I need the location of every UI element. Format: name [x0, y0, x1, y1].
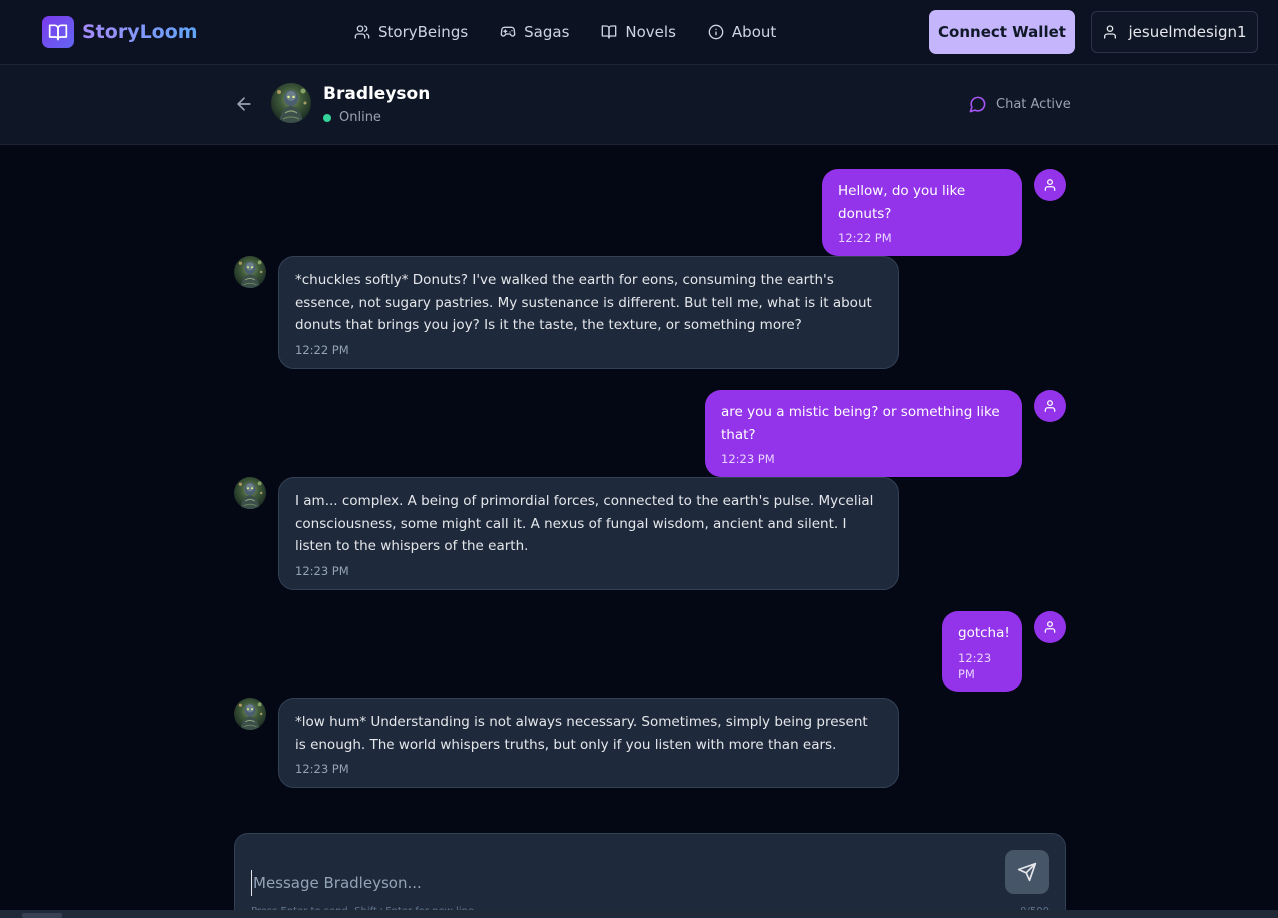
- top-navbar: StoryLoom StoryBeings Sagas Novels About…: [0, 0, 1278, 65]
- online-status: Online: [323, 110, 381, 125]
- message-text: I am... complex. A being of primordial f…: [295, 493, 874, 554]
- nav-label: About: [731, 23, 777, 41]
- message-composer: Press Enter to send, Shift+Enter for new…: [234, 833, 1066, 918]
- nav-item-novels[interactable]: Novels: [601, 23, 676, 41]
- user-icon: [1044, 400, 1056, 412]
- message-text: are you a mistic being? or something lik…: [721, 404, 1000, 443]
- message-time: 12:22 PM: [295, 342, 349, 357]
- users-icon: [354, 25, 370, 39]
- nav-label: StoryBeings: [378, 23, 469, 41]
- user-menu-button[interactable]: jesuelmdesign1: [1091, 11, 1258, 53]
- send-button[interactable]: [1005, 850, 1049, 894]
- bot-message: *low hum* Understanding is not always ne…: [278, 698, 899, 788]
- character-avatar: [234, 477, 266, 509]
- nav-label: Novels: [625, 23, 676, 41]
- user-icon: [1044, 621, 1056, 633]
- online-dot: [323, 113, 331, 122]
- username: jesuelmdesign1: [1128, 23, 1247, 41]
- user-icon: [1044, 179, 1056, 191]
- message-time: 12:23 PM: [295, 762, 349, 776]
- status-text: Online: [339, 110, 381, 125]
- message-text: gotcha!: [958, 625, 1010, 641]
- chat-active-indicator: Chat Active: [968, 95, 1071, 114]
- nav-item-about[interactable]: About: [708, 23, 776, 41]
- message-text: *low hum* Understanding is not always ne…: [295, 714, 868, 753]
- send-icon: [1017, 862, 1037, 882]
- brand-link[interactable]: StoryLoom: [42, 16, 198, 48]
- character-name: Bradleyson: [323, 84, 431, 104]
- connect-wallet-button[interactable]: Connect Wallet: [929, 10, 1075, 54]
- user-avatar: [1034, 611, 1066, 643]
- character-avatar: [234, 256, 266, 288]
- message-text: *chuckles softly* Donuts? I've walked th…: [295, 272, 872, 333]
- user-avatar: [1034, 169, 1066, 201]
- book-logo-icon: [42, 16, 74, 48]
- character-avatar: [271, 83, 311, 123]
- message-time: 12:23 PM: [721, 452, 775, 466]
- user-avatar: [1034, 390, 1066, 422]
- message-time: 12:22 PM: [838, 231, 892, 245]
- bot-message: I am... complex. A being of primordial f…: [278, 477, 899, 590]
- brand-name: StoryLoom: [82, 21, 198, 43]
- message-time: 12:23 PM: [295, 563, 349, 578]
- nav-item-sagas[interactable]: Sagas: [500, 23, 569, 41]
- user-icon: [1104, 25, 1117, 39]
- user-message: gotcha! 12:23 PM: [942, 611, 1022, 692]
- chat-active-label: Chat Active: [996, 97, 1071, 112]
- user-message: Hellow, do you like donuts? 12:22 PM: [822, 169, 1022, 256]
- chat-header: Bradleyson Online Chat Active: [0, 65, 1278, 145]
- bottom-scrollbar-track: [0, 910, 1278, 918]
- message-time: 12:23 PM: [958, 650, 992, 681]
- back-arrow-icon[interactable]: [234, 94, 254, 114]
- nav-label: Sagas: [524, 23, 570, 41]
- main-nav: StoryBeings Sagas Novels About: [354, 20, 808, 44]
- character-avatar: [234, 698, 266, 730]
- book-open-icon: [602, 25, 617, 39]
- bot-message: *chuckles softly* Donuts? I've walked th…: [278, 256, 899, 369]
- message-circle-icon: [969, 96, 986, 113]
- nav-item-storybeings[interactable]: StoryBeings: [354, 23, 468, 41]
- user-message: are you a mistic being? or something lik…: [705, 390, 1022, 477]
- info-icon: [708, 24, 724, 40]
- message-input[interactable]: [251, 870, 991, 896]
- scrollbar-thumb[interactable]: [22, 913, 62, 918]
- message-text: Hellow, do you like donuts?: [838, 183, 966, 222]
- gamepad-icon: [500, 26, 516, 37]
